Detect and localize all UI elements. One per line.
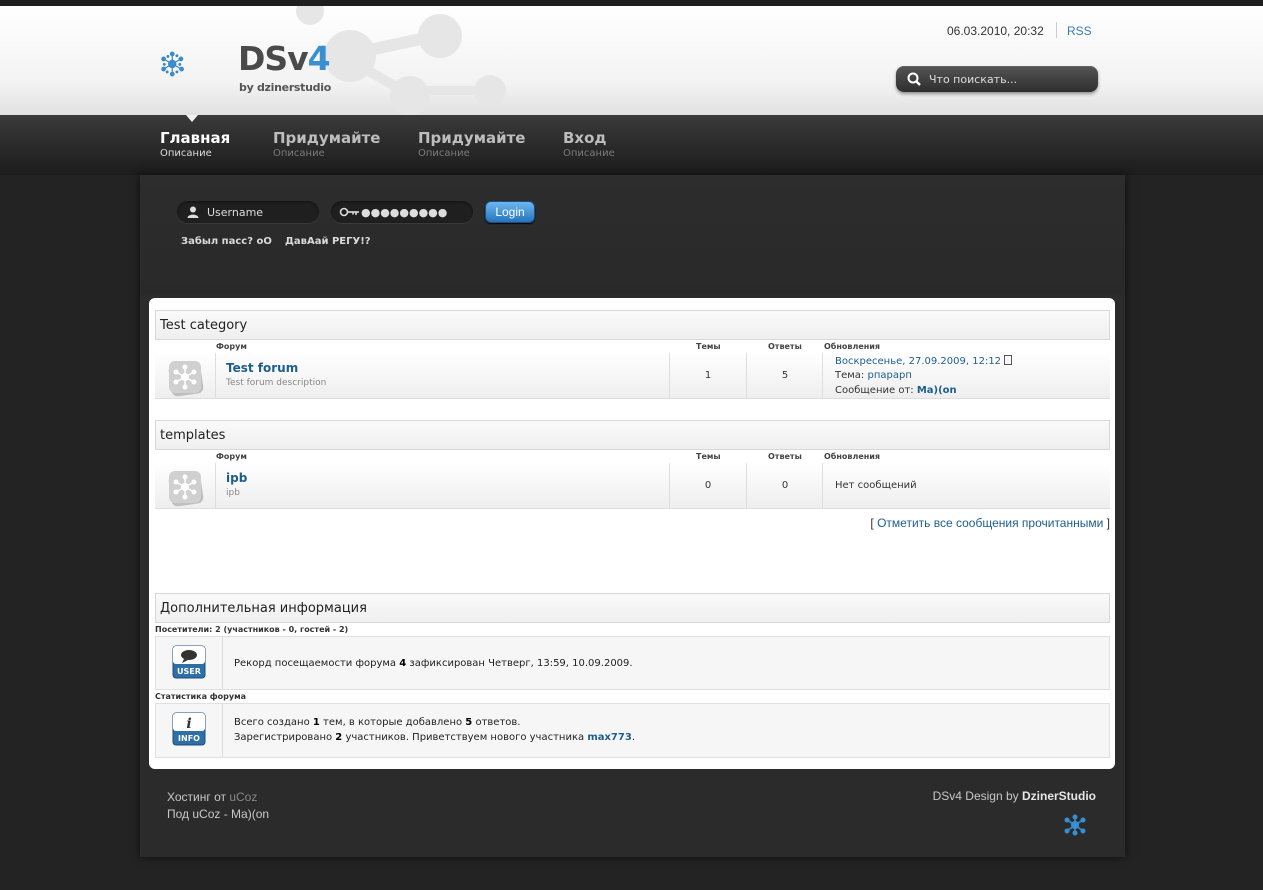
nav-item-title: Вход (563, 129, 607, 147)
logo-subtitle: by dzinerstudio (239, 81, 331, 94)
forum-row: ipb ipb 0 0 Нет сообщений (155, 463, 1110, 509)
svg-text:INFO: INFO (178, 734, 200, 743)
nav-item-login[interactable]: Вход Описание (563, 129, 615, 159)
nav-item-desc: Описание (273, 148, 325, 159)
divider (222, 637, 223, 689)
forum-title-link[interactable]: ipb (226, 471, 247, 485)
visitors-label: Посетители: 2 (участников - 0, гостей - … (155, 625, 349, 634)
nav-item-desc: Описание (418, 148, 470, 159)
key-icon (339, 207, 359, 217)
footer-hosting: Хостинг от uCoz Под uCoz - Ma)(on (167, 790, 270, 821)
nav-item-desc: Описание (160, 148, 212, 159)
last-author-link[interactable]: Ma)(on (917, 385, 957, 396)
record-text: Рекорд посещаемости форума 4 зафиксирова… (234, 658, 633, 669)
divider (669, 463, 670, 509)
forum-description: Test forum description (226, 378, 327, 388)
logo-title: DSv4 (238, 39, 331, 78)
divider (746, 463, 747, 509)
nav-item-desc: Описание (563, 148, 615, 159)
last-post-date: Воскресенье, 27.09.2009, 12:12 (835, 355, 1013, 367)
search-icon[interactable] (906, 71, 922, 87)
site-header: DSv4 by dzinerstudio 06.03.2010, 20:32 R… (0, 6, 1263, 115)
register-link[interactable]: ДавАай РЕГУ!? (285, 236, 371, 247)
forum-folder-icon (168, 361, 204, 397)
document-icon[interactable] (1004, 355, 1013, 365)
username-input[interactable] (207, 204, 312, 220)
last-topic-link[interactable]: рпарарп (868, 370, 912, 381)
user-badge-icon: USER (172, 645, 206, 679)
topics-count: 1 (704, 370, 712, 381)
footer-logo-icon (1064, 814, 1086, 836)
password-field-wrapper (331, 201, 473, 223)
stats-label: Статистика форума (155, 692, 247, 701)
search-input[interactable] (929, 70, 1089, 88)
last-post-topic: Тема: рпарарп (835, 370, 912, 381)
divider (222, 704, 223, 757)
designer-link[interactable]: DzinerStudio (1022, 789, 1096, 803)
svg-text:USER: USER (177, 667, 201, 676)
nav-item-home[interactable]: Главная Описание (160, 129, 230, 159)
forum-content: Test category Форум Темы Ответы Обновлен… (149, 298, 1115, 769)
replies-count: 0 (781, 480, 789, 491)
mark-all-read: [ Отметить все сообщения прочитанными ] (870, 516, 1110, 530)
divider (746, 353, 747, 399)
forum-description: ipb (226, 488, 240, 498)
forum-row: Test forum Test forum description 1 5 Во… (155, 353, 1110, 399)
divider (669, 353, 670, 399)
category-header[interactable]: templates (155, 420, 1110, 450)
record-row: USER Рекорд посещаемости форума 4 зафикс… (155, 636, 1110, 690)
current-datetime: 06.03.2010, 20:32 (947, 24, 1044, 38)
info-header: Дополнительная информация (155, 593, 1110, 623)
divider (1056, 22, 1057, 38)
divider (215, 463, 216, 509)
no-posts-text: Нет сообщений (835, 480, 917, 491)
stats-row: i INFO Всего создано 1 тем, в которые до… (155, 703, 1110, 758)
nav-item-custom-2[interactable]: Придумайте Описание (418, 129, 525, 159)
login-panel: Login Забыл пасс? оО ДавАай РЕГУ!? (140, 175, 1125, 295)
forgot-password-link[interactable]: Забыл пасс? оО (181, 236, 272, 247)
newest-member-link[interactable]: max773 (587, 732, 632, 743)
nav-item-title: Придумайте (273, 129, 381, 147)
divider (822, 353, 823, 399)
mark-all-read-link[interactable]: Отметить все сообщения прочитанными (877, 516, 1103, 530)
rss-link[interactable]: RSS (1067, 24, 1092, 38)
stats-text: Всего создано 1 тем, в которые добавлено… (234, 717, 635, 743)
divider (215, 353, 216, 399)
divider (822, 463, 823, 509)
topics-count: 0 (704, 480, 712, 491)
page-container: Login Забыл пасс? оО ДавАай РЕГУ!? Test … (140, 175, 1125, 857)
category-header[interactable]: Test category (155, 310, 1110, 340)
replies-count: 5 (781, 370, 789, 381)
footer-credits: DSv4 Design by DzinerStudio (932, 789, 1096, 803)
main-navigation: Главная Описание Придумайте Описание При… (0, 115, 1263, 175)
logo-icon[interactable] (160, 28, 232, 100)
forum-folder-icon (168, 471, 204, 507)
user-icon (187, 206, 199, 218)
nav-item-custom-1[interactable]: Придумайте Описание (273, 129, 380, 159)
info-badge-icon: i INFO (172, 712, 206, 746)
active-indicator-arrow (186, 115, 198, 122)
last-post-date-link[interactable]: Воскресенье, 27.09.2009, 12:12 (835, 356, 1001, 367)
svg-text:i: i (186, 716, 191, 732)
nav-item-title: Главная (160, 129, 231, 147)
footer-under: Под uCoz - Ma)(on (167, 807, 270, 821)
forum-title-link[interactable]: Test forum (226, 361, 298, 375)
ucoz-link[interactable]: uCoz (229, 790, 257, 804)
last-post-author: Сообщение от: Ma)(on (835, 385, 957, 396)
password-input[interactable] (361, 204, 466, 220)
login-button[interactable]: Login (485, 201, 535, 223)
search-box (896, 66, 1098, 92)
username-field-wrapper (177, 201, 319, 223)
nav-item-title: Придумайте (418, 129, 526, 147)
